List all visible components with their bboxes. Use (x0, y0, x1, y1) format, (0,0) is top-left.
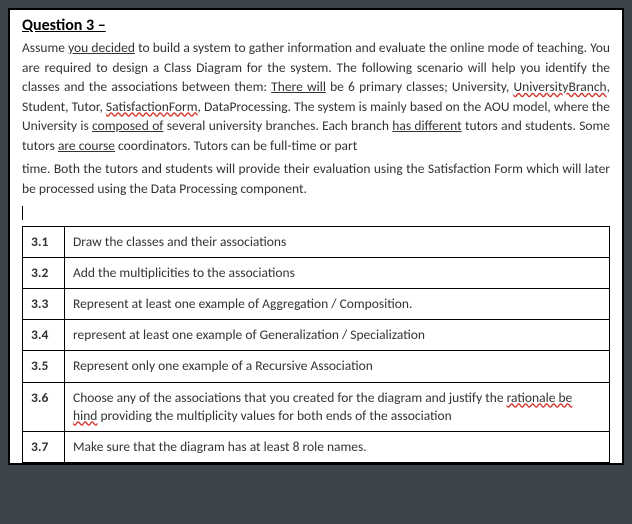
text-cursor-icon (22, 206, 23, 220)
text-run: providing the multiplicity values for bo… (97, 407, 451, 424)
text-cursor-line (22, 203, 610, 222)
table-row: 3.4 represent at least one example of Ge… (23, 320, 610, 351)
underlined-text: are course (58, 137, 115, 154)
question-paragraph-1: Assume you decided to build a system to … (22, 38, 610, 155)
text-run: several university branches. Each branch (163, 117, 392, 134)
text-run: coordinators. Tutors can be full-time or… (115, 137, 357, 154)
task-number: 3.3 (23, 288, 65, 319)
text-run: be 6 primary classes; University, (326, 78, 514, 95)
task-text: Make sure that the diagram has at least … (65, 432, 610, 463)
question-title: Question 3 – (22, 16, 610, 35)
table-row: 3.2 Add the multiplicities to the associ… (23, 257, 610, 288)
spellcheck-word: hind (73, 407, 97, 424)
task-text: Choose any of the associations that you … (65, 382, 610, 431)
underlined-text: has different (392, 117, 461, 134)
task-text: Draw the classes and their associations (65, 226, 610, 257)
task-number: 3.4 (23, 320, 65, 351)
text-run: Assume (22, 39, 68, 56)
task-text: represent at least one example of Genera… (65, 320, 610, 351)
task-text: Represent at least one example of Aggreg… (65, 288, 610, 319)
task-text: Add the multiplicities to the associatio… (65, 257, 610, 288)
table-row: 3.1 Draw the classes and their associati… (23, 226, 610, 257)
underlined-text: composed of (92, 117, 163, 134)
spellcheck-word: UniversityBranch (513, 78, 606, 95)
table-row: 3.5 Represent only one example of a Recu… (23, 351, 610, 382)
underlined-text: you decided (68, 39, 135, 56)
task-number: 3.1 (23, 226, 65, 257)
text-run: Choose any of the associations that you … (73, 389, 507, 406)
task-number: 3.5 (23, 351, 65, 382)
task-number: 3.7 (23, 432, 65, 463)
tasks-table: 3.1 Draw the classes and their associati… (22, 226, 610, 464)
document-page: Question 3 – Assume you decided to build… (8, 8, 624, 465)
underlined-text: There will (271, 78, 326, 95)
question-paragraph-2: time. Both the tutors and students will … (22, 159, 610, 198)
task-text: Represent only one example of a Recursiv… (65, 351, 610, 382)
spellcheck-word: rationale be (507, 389, 573, 406)
table-row: 3.6 Choose any of the associations that … (23, 382, 610, 431)
task-number: 3.2 (23, 257, 65, 288)
table-row: 3.7 Make sure that the diagram has at le… (23, 432, 610, 463)
spellcheck-word: SatisfactionForm (106, 98, 198, 115)
task-number: 3.6 (23, 382, 65, 431)
table-row: 3.3 Represent at least one example of Ag… (23, 288, 610, 319)
